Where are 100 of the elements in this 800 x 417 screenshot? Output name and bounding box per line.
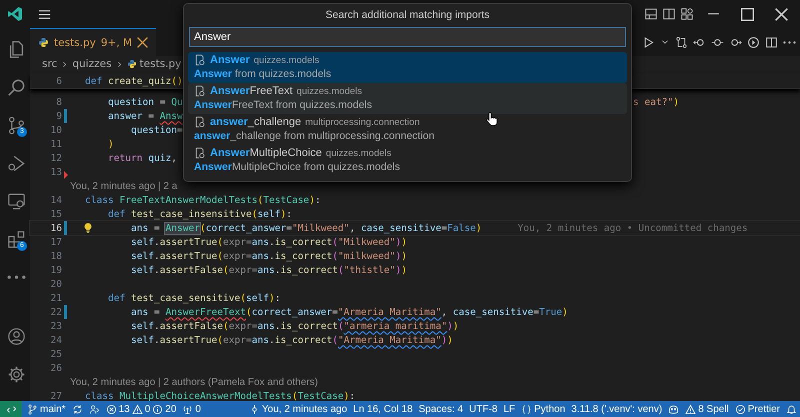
hand-pointer-icon [484, 111, 500, 127]
split-layout-icon[interactable] [662, 7, 676, 21]
code-line: question= [130, 124, 183, 136]
close-icon [774, 8, 788, 20]
code-line: ans = AnswerFreeText(correct_answer="Armeria Maritima", case_sensitive=True) [130, 306, 568, 318]
search-field[interactable]: Answer [189, 27, 626, 47]
quick-pick-item[interactable]: AnswerFreeText quizzes.models AnswerFreeText from quizzes.models [188, 83, 627, 114]
robot-icon [668, 404, 680, 414]
sync-icon [72, 404, 83, 414]
line-number: 22 [50, 306, 63, 318]
line-number: 12 [50, 152, 63, 164]
more-icon[interactable] [783, 40, 796, 44]
person-icon [88, 404, 100, 414]
line-number: 20 [50, 278, 63, 290]
code-line: ) [106, 138, 114, 150]
line-number: 11 [50, 138, 63, 150]
line-number: 9 [55, 110, 63, 122]
status-item[interactable]: 3.11.8 ('.venv': venv) [568, 401, 666, 417]
maximize-icon [740, 8, 754, 20]
reference-icon [194, 147, 206, 159]
spell-button[interactable]: 8 Spell [682, 401, 732, 417]
code-line: self.assertTrue(expr=ans.is_correct("Armeria Maritima")) [130, 334, 453, 346]
code-line: class MultipleChoiceAnswerModelTests(TestCase): [85, 390, 356, 402]
line-number: 13 [50, 166, 63, 178]
line-number: 8 [55, 96, 63, 108]
monitor-icon [6, 192, 26, 210]
line-number: 18 [50, 250, 63, 262]
account-icon [6, 326, 26, 346]
breadcrumb-item[interactable]: quizzes [72, 58, 112, 70]
quick-pick-item[interactable]: answer_challenge multiprocessing.connection answer_challenge from multiprocessing.connection [188, 114, 627, 145]
status-item[interactable]: Spaces: 4 [416, 401, 466, 417]
warning-icon [132, 404, 143, 414]
remote-button[interactable] [0, 401, 22, 417]
branch-icon [27, 404, 38, 414]
info-icon [152, 404, 164, 414]
close-icon[interactable] [137, 37, 148, 48]
antenna-icon [182, 404, 194, 414]
run-icon[interactable] [642, 36, 655, 48]
line-number: 16 [50, 222, 63, 234]
item-description: multiprocessing.connection [305, 116, 420, 128]
settings-icon [6, 364, 26, 384]
code-line: def create_quiz() [85, 76, 183, 86]
breadcrumb-item[interactable]: tests.py [126, 58, 182, 70]
code-line: return quiz, [106, 152, 177, 164]
line-number: 25 [50, 348, 63, 360]
line-number: 17 [50, 236, 63, 248]
item-label: AnswerMultipleChoice [210, 147, 322, 159]
breadcrumb-item[interactable]: src [42, 58, 58, 70]
blame-annotation: You, 2 minutes ago | 2 authors (Pamela Fox and others) [70, 376, 319, 388]
code-line: self.assertFalse(expr=ans.is_correct("thistle")) [130, 264, 407, 276]
code-line: self.assertTrue(expr=ans.is_correct("milkweed")) [130, 250, 407, 262]
split-editor-icon[interactable] [765, 36, 778, 48]
quick-pick-title: Search additional matching imports [324, 8, 490, 23]
status-item[interactable]: UTF-8 [466, 401, 500, 417]
line-number: 19 [50, 264, 63, 276]
status-item[interactable]: LF [500, 401, 518, 417]
item-detail: AnswerFreeText from quizzes.models [194, 99, 373, 111]
check-icon [734, 404, 746, 414]
item-description: quizzes.models [296, 86, 362, 96]
line-number: 24 [50, 334, 63, 346]
item-label: Answer [210, 54, 250, 66]
code-line: self.assertTrue(expr=ans.is_correct("Milkweed")) [130, 236, 407, 248]
search-icon [6, 78, 26, 96]
prettier-button[interactable]: Prettier [732, 401, 783, 417]
app-logo-icon [7, 6, 23, 22]
ports-button[interactable]: 0 [179, 401, 204, 417]
panel-layout-icon[interactable] [644, 7, 658, 21]
bell-icon [786, 404, 797, 414]
language-button[interactable]: Python [518, 401, 568, 417]
item-detail: AnswerMultipleChoice from quizzes.models [194, 161, 402, 173]
line-number: 6 [55, 76, 63, 86]
play-circle-icon[interactable] [747, 36, 760, 48]
python-file-icon [126, 59, 137, 69]
blame-annotation: You, 2 minutes ago • Uncommitted changes [518, 222, 748, 234]
code-line: def test_case_insensitive(self): [106, 208, 292, 220]
code-line: self.assertFalse(expr=ans.is_correct("armeria maritima")) [130, 320, 459, 332]
reference-icon [194, 54, 206, 66]
item-label: answer_challenge [210, 116, 302, 128]
braces-icon [521, 404, 532, 414]
item-description: quizzes.models [254, 54, 320, 66]
source-control-icon [6, 116, 26, 134]
line-number: 23 [50, 320, 63, 332]
extensions-icon [6, 230, 26, 248]
item-detail: Answer from quizzes.models [194, 68, 332, 80]
problems-button[interactable]: 13 0 20 [102, 401, 180, 417]
branch-button[interactable]: main* [24, 401, 69, 417]
quick-pick-item[interactable]: Answer quizzes.models Answer from quizzes.models [188, 52, 627, 83]
editor-tab[interactable]: tests.py 9+, M [30, 28, 156, 56]
blame-button[interactable]: You, 2 minutes ago [246, 401, 350, 417]
minimize-icon [706, 13, 720, 15]
reference-icon [194, 116, 206, 128]
quick-pick-item[interactable]: AnswerMultipleChoice quizzes.models AnswerMultipleChoice from quizzes.models [188, 145, 627, 176]
code-line: class FreeTextAnswerModelTests(TestCase): [85, 194, 321, 206]
status-item[interactable]: Ln 16, Col 18 [350, 401, 416, 417]
error-icon [106, 404, 117, 414]
item-detail: answer_challenge from multiprocessing.connection [194, 130, 436, 142]
layout-grid-icon[interactable] [680, 7, 694, 21]
more-icon [6, 274, 26, 280]
item-label: AnswerFreeText [210, 85, 293, 97]
compare-icon[interactable] [675, 36, 688, 48]
